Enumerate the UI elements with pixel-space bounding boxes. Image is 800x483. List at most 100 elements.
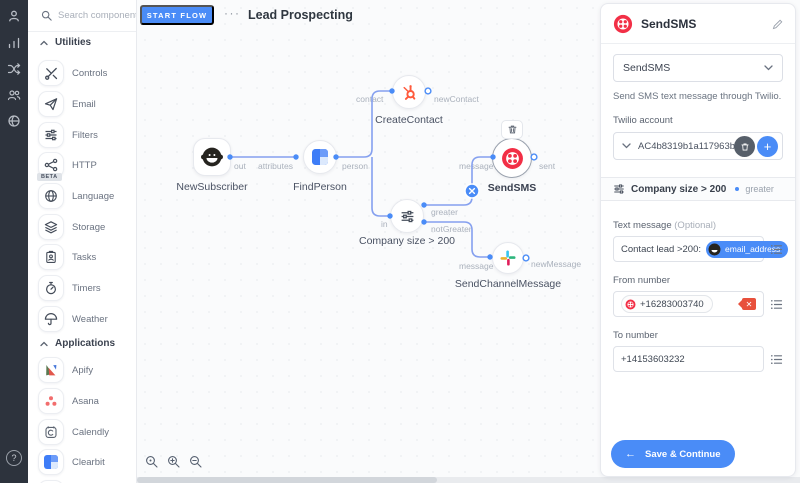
search-input[interactable]: [58, 10, 136, 21]
port-label-slack-message: message: [459, 261, 494, 271]
component-tile[interactable]: [38, 183, 64, 209]
operation-select[interactable]: SendSMS: [613, 54, 783, 82]
node-newsubscriber[interactable]: [193, 138, 231, 176]
context-port-dot: [735, 187, 740, 191]
component-label: Weather: [72, 314, 108, 325]
node-findperson[interactable]: [303, 140, 337, 174]
trash-icon: [508, 125, 516, 134]
edit-icon[interactable]: [772, 19, 783, 30]
user-icon[interactable]: [7, 9, 21, 23]
component-label: Tasks: [72, 252, 97, 263]
port-label-newcontact: newContact: [434, 94, 479, 104]
horizontal-scrollbar[interactable]: [28, 477, 800, 483]
inspector-header: SendSMS: [601, 4, 795, 44]
flow-menu-button[interactable]: ···: [224, 6, 241, 20]
clipboard-icon: [46, 250, 56, 263]
clear-value-tag[interactable]: ✕: [738, 298, 756, 310]
component-item-controls[interactable]: Controls: [28, 59, 136, 87]
node-label-sendchannelmessage: SendChannelMessage: [454, 278, 562, 290]
component-tile[interactable]: [38, 419, 64, 445]
from-number-input[interactable]: +16283003740 ✕: [613, 291, 764, 317]
help-button[interactable]: ?: [6, 450, 22, 466]
component-item-storage[interactable]: Storage: [28, 213, 136, 241]
component-item-language[interactable]: BETA Language: [28, 173, 136, 210]
save-continue-button[interactable]: ← Save & Continue: [611, 440, 735, 468]
port-label-notgreater: notGreater: [431, 224, 472, 234]
tools-icon: [45, 67, 58, 80]
scrollbar-thumb[interactable]: [137, 477, 437, 483]
component-item-weather[interactable]: Weather: [28, 305, 136, 333]
node-createcontact[interactable]: [392, 75, 426, 109]
start-flow-label: START FLOW: [146, 10, 208, 20]
port-label-newmessage: newMessage: [531, 259, 582, 269]
from-number-row: +16283003740 ✕: [613, 291, 783, 317]
inspector-title: SendSMS: [641, 17, 697, 31]
component-item-calendly[interactable]: Calendly: [28, 418, 136, 446]
to-number-input[interactable]: +14153603232: [613, 346, 764, 372]
component-tile[interactable]: [38, 60, 64, 86]
component-tile[interactable]: [38, 449, 64, 475]
component-tile[interactable]: [38, 91, 64, 117]
workflows-icon[interactable]: [7, 62, 21, 76]
twilio-logo: [613, 14, 633, 34]
help-label: ?: [11, 453, 17, 463]
zoom-in-icon[interactable]: [167, 455, 180, 468]
component-tile[interactable]: [38, 357, 64, 383]
mailchimp-logo: [201, 147, 223, 167]
component-item-tasks[interactable]: Tasks: [28, 243, 136, 271]
node-sendsms[interactable]: [492, 138, 532, 178]
node-companysize-filter[interactable]: [390, 199, 424, 233]
component-item-timers[interactable]: Timers: [28, 274, 136, 302]
field-optional-text: (Optional): [674, 220, 716, 231]
clearbit-logo: [312, 149, 328, 165]
from-number-pill[interactable]: +16283003740: [621, 295, 713, 313]
connector-list-icon[interactable]: [770, 243, 783, 256]
delete-node-button[interactable]: [501, 120, 523, 139]
apps-icon[interactable]: [7, 114, 21, 128]
node-label-createcontact: CreateContact: [375, 114, 443, 126]
component-tile[interactable]: [38, 275, 64, 301]
connector-list-icon[interactable]: [770, 298, 783, 311]
port-label-sent: sent: [539, 161, 556, 171]
component-label: Apify: [72, 365, 94, 376]
port-label-out: out: [234, 161, 246, 171]
component-tile[interactable]: [38, 214, 64, 240]
flow-title: Lead Prospecting: [248, 8, 353, 22]
from-number-label: From number: [613, 275, 671, 286]
component-label: Asana: [72, 396, 99, 407]
component-tile[interactable]: [38, 388, 64, 414]
inspector-body: SendSMS Send SMS text message through Tw…: [601, 44, 795, 160]
delete-account-button[interactable]: [734, 136, 755, 157]
hubspot-logo: [402, 84, 415, 100]
chevron-up-icon: [40, 341, 48, 346]
section-label: Applications: [55, 338, 116, 349]
node-label-sendsms: SendSMS: [487, 182, 537, 194]
share-icon: [44, 158, 58, 172]
component-item-asana[interactable]: Asana: [28, 387, 136, 415]
section-applications[interactable]: Applications: [40, 338, 115, 349]
add-account-button[interactable]: +: [757, 136, 778, 157]
zoom-out-icon[interactable]: [189, 455, 202, 468]
component-item-email[interactable]: Email: [28, 90, 136, 118]
clearbit-logo: [44, 455, 58, 469]
connector-list-icon[interactable]: [770, 353, 783, 366]
component-item-clearbit[interactable]: Clearbit: [28, 448, 136, 476]
team-icon[interactable]: [7, 88, 21, 102]
context-step-bar[interactable]: Company size > 200 greater: [601, 177, 795, 201]
component-item-partial[interactable]: [28, 479, 136, 483]
component-tile[interactable]: [38, 244, 64, 270]
analytics-icon[interactable]: [7, 36, 21, 50]
component-tile[interactable]: [38, 122, 64, 148]
component-item-filters[interactable]: Filters: [28, 121, 136, 149]
node-sendchannelmessage[interactable]: [492, 242, 524, 274]
section-utilities[interactable]: Utilities: [40, 37, 91, 48]
start-flow-button[interactable]: START FLOW: [140, 5, 214, 25]
layers-icon: [44, 221, 58, 234]
component-tile[interactable]: [38, 306, 64, 332]
component-item-apify[interactable]: Apify: [28, 356, 136, 384]
text-message-input[interactable]: Contact lead >200: email_address: [613, 236, 789, 262]
globe-icon: [45, 190, 57, 202]
port-label-in: in: [381, 219, 388, 229]
zoom-reset-icon[interactable]: [145, 455, 158, 468]
account-select[interactable]: AC4b8319b1a117963b7f774a8... +: [613, 132, 783, 160]
